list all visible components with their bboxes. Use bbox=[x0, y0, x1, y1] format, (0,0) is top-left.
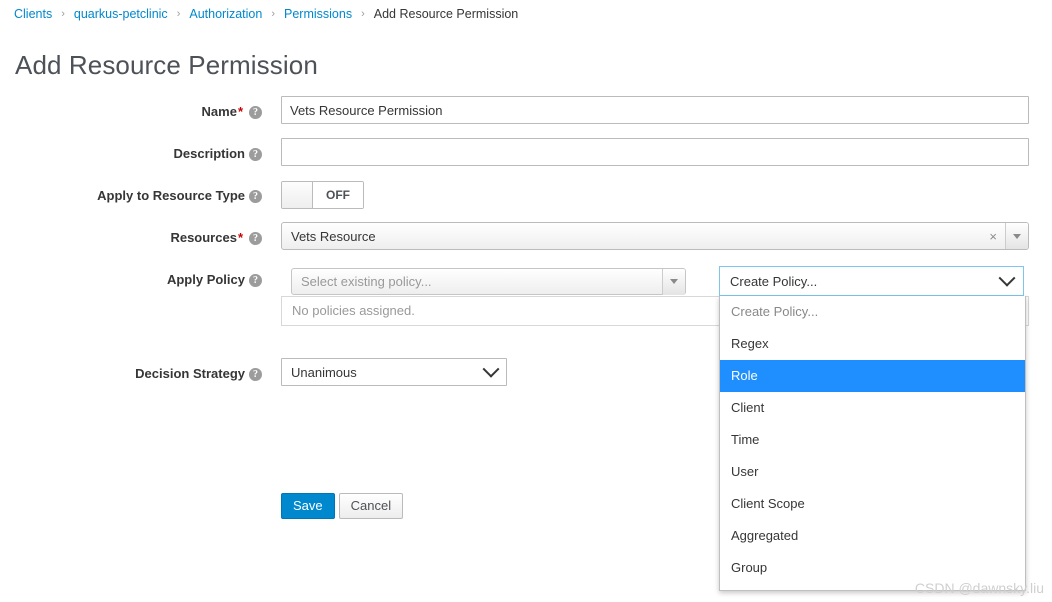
caret-shape bbox=[1013, 233, 1021, 239]
cancel-button[interactable]: Cancel bbox=[338, 493, 404, 519]
breadcrumb-separator-icon: › bbox=[61, 8, 65, 20]
breadcrumb-separator-icon: › bbox=[361, 8, 365, 20]
form-row-description: Description? bbox=[0, 138, 1052, 180]
help-icon[interactable]: ? bbox=[249, 106, 262, 119]
help-icon[interactable]: ? bbox=[249, 232, 262, 245]
toggle-handle[interactable] bbox=[282, 182, 313, 208]
dropdown-option-client-scope[interactable]: Client Scope bbox=[720, 488, 1025, 520]
label-resources: Resources*? bbox=[0, 230, 262, 245]
page-title: Add Resource Permission bbox=[15, 50, 318, 80]
dropdown-option-client[interactable]: Client bbox=[720, 392, 1025, 424]
chevron-down-icon[interactable] bbox=[1005, 223, 1028, 249]
label-apply-policy-text: Apply Policy bbox=[166, 272, 245, 287]
chevron-down-icon bbox=[998, 269, 1016, 287]
dropdown-option-user[interactable]: User bbox=[720, 456, 1025, 488]
breadcrumb-item-clients[interactable]: Clients bbox=[14, 7, 52, 21]
resources-select[interactable]: Vets Resource × bbox=[281, 222, 1029, 250]
help-icon[interactable]: ? bbox=[249, 274, 262, 287]
label-apply-to-resource-type: Apply to Resource Type? bbox=[0, 188, 262, 203]
label-name-text: Name bbox=[201, 104, 237, 119]
caret-shape bbox=[670, 279, 678, 284]
label-decision-strategy: Decision Strategy? bbox=[0, 366, 262, 381]
breadcrumb-item-current: Add Resource Permission bbox=[373, 7, 519, 21]
apply-to-resource-type-toggle[interactable]: OFF bbox=[281, 181, 364, 209]
label-description-text: Description bbox=[173, 146, 245, 161]
chevron-down-icon[interactable] bbox=[662, 268, 685, 295]
save-button[interactable]: Save bbox=[281, 493, 335, 519]
help-icon[interactable]: ? bbox=[249, 368, 262, 381]
breadcrumb-item-quarkus-petclinic[interactable]: quarkus-petclinic bbox=[74, 7, 168, 21]
dropdown-option-aggregated[interactable]: Aggregated bbox=[720, 520, 1025, 552]
help-icon[interactable]: ? bbox=[249, 148, 262, 161]
clear-icon[interactable]: × bbox=[981, 229, 1005, 244]
label-apply-policy: Apply Policy? bbox=[0, 272, 262, 287]
dropdown-option-time[interactable]: Time bbox=[720, 424, 1025, 456]
label-name: Name*? bbox=[0, 104, 262, 119]
breadcrumb-item-authorization[interactable]: Authorization bbox=[189, 7, 262, 21]
decision-strategy-select[interactable]: Unanimous bbox=[281, 358, 507, 386]
toggle-state-label: OFF bbox=[313, 182, 363, 208]
form-row-name: Name*? bbox=[0, 96, 1052, 138]
chevron-down-icon bbox=[482, 360, 500, 378]
dropdown-option-create-policy[interactable]: Create Policy... bbox=[720, 296, 1025, 328]
form-row-apply-policy: Apply Policy? Select existing policy... … bbox=[0, 264, 1052, 591]
label-resources-text: Resources bbox=[170, 230, 237, 245]
form-row-resources: Resources*? Vets Resource × bbox=[0, 222, 1052, 264]
dropdown-option-group[interactable]: Group bbox=[720, 552, 1025, 584]
breadcrumb-separator-icon: › bbox=[176, 8, 181, 20]
required-marker: * bbox=[237, 104, 243, 119]
dropdown-option-regex[interactable]: Regex bbox=[720, 328, 1025, 360]
breadcrumb-separator-icon: › bbox=[271, 8, 275, 20]
breadcrumb: Clients › quarkus-petclinic › Authorizat… bbox=[14, 7, 518, 21]
label-decision-strategy-text: Decision Strategy bbox=[135, 366, 245, 381]
resource-permission-form: Name*? Description? Apply to Resource Ty… bbox=[0, 96, 1052, 591]
form-row-apply-to-resource-type: Apply to Resource Type? OFF bbox=[0, 180, 1052, 222]
existing-policy-placeholder: Select existing policy... bbox=[301, 274, 432, 289]
existing-policy-select[interactable]: Select existing policy... bbox=[291, 268, 686, 295]
label-apply-to-resource-type-text: Apply to Resource Type bbox=[97, 188, 245, 203]
resources-selected-value: Vets Resource bbox=[291, 228, 376, 244]
dropdown-option-role[interactable]: Role bbox=[720, 360, 1025, 392]
form-actions: Save Cancel bbox=[281, 493, 404, 519]
required-marker: * bbox=[237, 230, 243, 245]
name-input[interactable] bbox=[281, 96, 1029, 124]
create-policy-select[interactable]: Create Policy... bbox=[719, 266, 1024, 296]
label-description: Description? bbox=[0, 146, 262, 161]
help-icon[interactable]: ? bbox=[249, 190, 262, 203]
create-policy-selected-value: Create Policy... bbox=[730, 273, 818, 289]
create-policy-dropdown-list[interactable]: Create Policy... Regex Role Client Time … bbox=[719, 296, 1026, 591]
description-input[interactable] bbox=[281, 138, 1029, 166]
breadcrumb-item-permissions[interactable]: Permissions bbox=[284, 7, 352, 21]
decision-strategy-selected-value: Unanimous bbox=[291, 364, 357, 380]
